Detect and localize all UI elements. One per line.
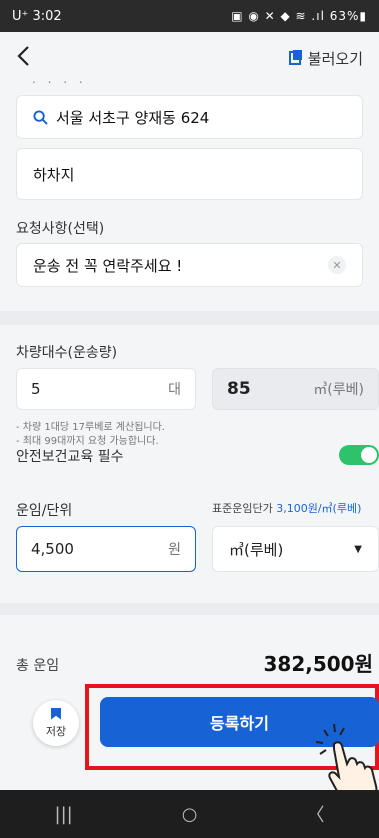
vehicle-hint-2: - 최대 99대까지 요청 가능합니다. (16, 436, 159, 447)
save-label: 저장 (45, 724, 67, 738)
system-nav-bar: ||| ○ 〈 (0, 790, 379, 838)
vehicle-count-value: 5 (31, 380, 41, 398)
load-label: 불러오기 (307, 49, 363, 68)
fare-label: 운임/단위 (16, 503, 73, 519)
safety-toggle[interactable] (339, 445, 379, 465)
vehicle-count-unit: 대 (168, 382, 181, 398)
system-back-button[interactable]: 〈 (306, 801, 324, 827)
recent-apps-button[interactable]: ||| (55, 804, 73, 825)
standard-rate-label: 표준운임단가 (212, 502, 273, 515)
fare-unit: 원 (168, 542, 181, 558)
total-label: 총 운임 (16, 658, 60, 674)
volume-unit: ㎥(루베) (313, 382, 364, 398)
search-icon (33, 109, 48, 125)
volume-display: 85 ㎥(루베) (212, 368, 379, 410)
vehicle-label: 차량대수(운송량) (16, 345, 118, 361)
back-button[interactable] (16, 45, 30, 72)
route-dots: . . . . (32, 72, 87, 86)
load-icon (288, 50, 302, 65)
fare-value: 4,500 (31, 540, 74, 558)
status-bar: U⁺ 3:02 ▣ ◉ ✕ ◆ ≋ .ıl 63%▮ (0, 0, 379, 32)
unit-select-value: ㎥(루베) (229, 540, 284, 559)
address-field[interactable]: 서울 서초구 양재동 624 (16, 95, 363, 139)
request-input[interactable]: 운송 전 꼭 연락주세요 ! ✕ (16, 243, 363, 287)
load-button[interactable]: 불러오기 (288, 48, 363, 69)
unloading-label: 하차지 (33, 165, 75, 184)
home-button[interactable]: ○ (182, 804, 198, 825)
standard-rate: 표준운임단가 3,100원/㎥(루베) (212, 500, 361, 516)
fare-input[interactable]: 4,500 원 (16, 526, 196, 572)
section-divider (0, 311, 379, 325)
unit-select[interactable]: ㎥(루베) ▼ (212, 526, 379, 572)
request-value: 운송 전 꼭 연락주세요 ! (33, 256, 183, 275)
volume-value: 85 (227, 379, 251, 399)
save-button[interactable]: 저장 (33, 700, 79, 746)
register-label: 등록하기 (210, 714, 269, 733)
total-value: 382,500원 (263, 652, 374, 676)
bookmark-icon (51, 707, 61, 720)
toggle-knob (361, 447, 377, 463)
standard-rate-value[interactable]: 3,100원/㎥(루베) (276, 502, 361, 515)
back-arrow-icon (17, 45, 29, 66)
safety-label: 안전보건교육 필수 (16, 449, 124, 465)
chevron-down-icon: ▼ (354, 543, 362, 555)
status-time: U⁺ 3:02 (12, 8, 62, 24)
request-label: 요청사항(선택) (16, 221, 105, 237)
vehicle-hint-1: - 차량 1대당 17루베로 계산됩니다. (16, 422, 165, 433)
address-value: 서울 서초구 양재동 624 (56, 108, 210, 127)
vehicle-count-input[interactable]: 5 대 (16, 368, 196, 410)
status-indicators: ▣ ◉ ✕ ◆ ≋ .ıl 63%▮ (231, 9, 367, 23)
unloading-field[interactable]: 하차지 (16, 148, 363, 200)
section-divider-2 (0, 603, 379, 615)
clear-icon[interactable]: ✕ (328, 256, 346, 274)
